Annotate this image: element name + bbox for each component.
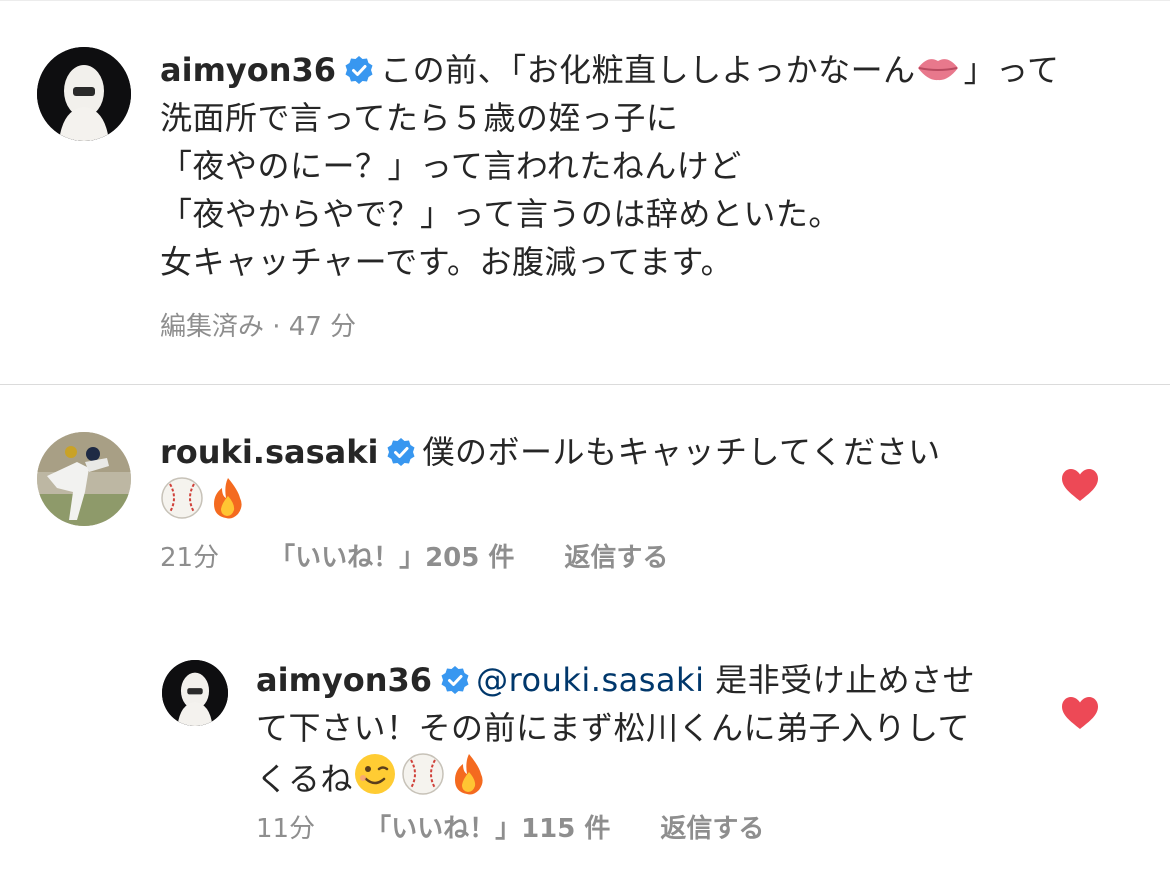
comments-page: aimyon36 この前、「お化粧直ししよっかなーん 」って 洗面所で言ってたら５歳… (0, 0, 1170, 880)
caption-line-3: 「夜やのにー？」って言われたねんけど (160, 147, 742, 185)
caption-line-1: この前、「お化粧直ししよっかなーん (380, 51, 916, 89)
caption-edited-time: 編集済み · 47 分 (160, 312, 357, 342)
verified-badge-icon (386, 432, 416, 466)
comment-text: rouki.sasaki 僕のボールもキャッチしてください (160, 428, 941, 527)
like-heart-icon[interactable] (1061, 696, 1099, 730)
lips-emoji (916, 49, 960, 87)
reply-time: 11分 (256, 814, 316, 844)
comment-likes-count[interactable]: 「いいね！」205 件 (269, 543, 514, 573)
reply-button[interactable]: 返信する (660, 814, 764, 844)
baseball-emoji (401, 752, 445, 796)
reply-likes-count[interactable]: 「いいね！」115 件 (365, 814, 610, 844)
top-divider (0, 0, 1170, 1)
baseball-emoji (160, 476, 204, 520)
caption-username[interactable]: aimyon36 (160, 51, 336, 89)
caption-line-4: 「夜やからやで？」って言うのは辞めといた。 (160, 195, 841, 233)
reply-text: aimyon36 @rouki.sasaki 是非受け止めさせ て下さい！その前に… (256, 656, 975, 803)
winking-face-emoji (353, 752, 397, 796)
reply-username[interactable]: aimyon36 (256, 661, 432, 699)
comment-body: 僕のボールもキャッチしてください (422, 433, 941, 471)
verified-badge-icon (344, 50, 374, 84)
caption-divider (0, 384, 1170, 385)
like-heart-icon[interactable] (1061, 468, 1099, 502)
comment-username[interactable]: rouki.sasaki (160, 433, 378, 471)
reply-button[interactable]: 返信する (564, 543, 668, 573)
caption-text: aimyon36 この前、「お化粧直ししよっかなーん 」って 洗面所で言ってたら５歳… (160, 46, 1060, 286)
reply-meta: 11分 「いいね！」115 件 返信する (256, 808, 814, 845)
avatar-aimyon36[interactable] (37, 47, 131, 141)
mention-link[interactable]: @rouki.sasaki (476, 661, 704, 699)
avatar-rouki-sasaki[interactable] (37, 432, 131, 526)
reply-line-3: くるね (256, 760, 353, 798)
reply-line-1: 是非受け止めさせ (715, 661, 976, 699)
reply-line-2: て下さい！その前にまず松川くんに弟子入りして (256, 709, 971, 747)
caption-line-2: 洗面所で言ってたら５歳の姪っ子に (160, 99, 679, 137)
comment-time: 21分 (160, 543, 220, 573)
verified-badge-icon (440, 660, 470, 694)
comment-meta: 21分 「いいね！」205 件 返信する (160, 537, 718, 574)
fire-emoji (449, 752, 489, 796)
fire-emoji (208, 476, 248, 520)
caption-meta: 編集済み · 47 分 (160, 306, 406, 343)
caption-line-5: 女キャッチャーです。お腹減ってます。 (160, 243, 734, 281)
caption-line-1b: 」って (963, 51, 1060, 89)
avatar-aimyon36-reply[interactable] (162, 660, 228, 726)
